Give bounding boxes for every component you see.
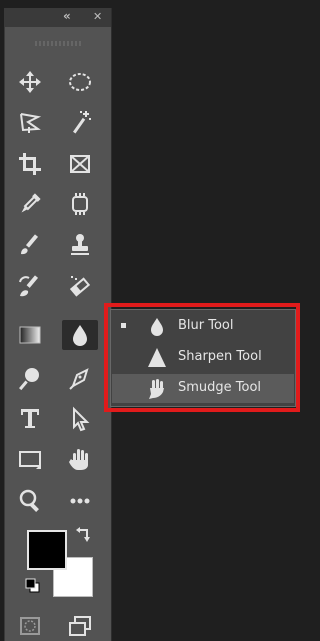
blur-tools-flyout-menu: Blur Tool Sharpen Tool Smudge Tool	[110, 309, 296, 407]
clone-stamp-tool-icon[interactable]	[62, 230, 98, 260]
current-tool-bullet	[121, 323, 126, 328]
foreground-color-swatch[interactable]	[27, 530, 67, 570]
smudge-icon	[149, 379, 164, 399]
path-selection-tool-icon[interactable]	[62, 404, 98, 434]
menu-item-label: Smudge Tool	[178, 380, 262, 395]
swap-colors-icon[interactable]	[75, 526, 93, 544]
brush-tool-icon[interactable]	[12, 230, 48, 260]
dodge-tool-icon[interactable]	[12, 363, 48, 393]
menu-item-sharpen-tool[interactable]: Sharpen Tool	[112, 343, 294, 372]
rectangle-tool-icon[interactable]	[12, 444, 48, 474]
sharpen-icon	[148, 348, 166, 367]
collapse-icon[interactable]: «	[63, 9, 71, 23]
move-tool-icon[interactable]	[12, 67, 48, 97]
screen-mode-icon[interactable]	[62, 611, 98, 641]
default-colors-icon[interactable]	[25, 578, 41, 594]
tools-panel: « ✕	[4, 8, 112, 641]
zoom-tool-icon[interactable]	[12, 485, 48, 515]
eyedropper-tool-icon[interactable]	[12, 189, 48, 219]
panel-header: « ✕	[5, 8, 111, 27]
menu-item-smudge-tool[interactable]: Smudge Tool	[112, 374, 294, 403]
history-brush-tool-icon[interactable]	[12, 271, 48, 301]
elliptical-marquee-tool-icon[interactable]	[62, 67, 98, 97]
spot-healing-brush-tool-icon[interactable]	[62, 189, 98, 219]
menu-item-label: Blur Tool	[178, 318, 234, 333]
type-tool-icon[interactable]	[12, 404, 48, 434]
gradient-tool-icon[interactable]	[12, 320, 48, 350]
crop-tool-icon[interactable]	[12, 149, 48, 179]
polygonal-lasso-tool-icon[interactable]	[12, 107, 48, 137]
frame-tool-icon[interactable]	[62, 149, 98, 179]
blur-tool-icon[interactable]	[62, 320, 98, 350]
panel-grip[interactable]	[35, 41, 83, 46]
menu-item-label: Sharpen Tool	[178, 349, 262, 364]
close-icon[interactable]: ✕	[93, 10, 102, 23]
edit-toolbar-icon[interactable]	[62, 485, 98, 515]
menu-item-blur-tool[interactable]: Blur Tool	[112, 312, 294, 341]
magic-wand-tool-icon[interactable]	[62, 107, 98, 137]
quick-mask-icon[interactable]	[12, 611, 48, 641]
blur-icon	[151, 318, 163, 336]
pen-tool-icon[interactable]	[62, 363, 98, 393]
hand-tool-icon[interactable]	[62, 444, 98, 474]
eraser-tool-icon[interactable]	[62, 271, 98, 301]
